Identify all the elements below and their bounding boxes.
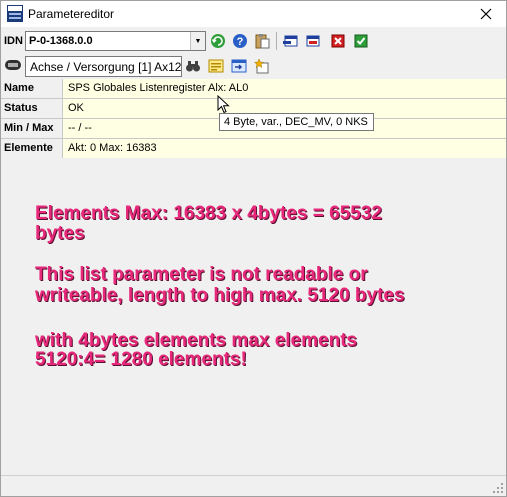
- export-button[interactable]: [230, 57, 248, 75]
- property-label: Elemente: [1, 139, 63, 158]
- accept-icon: [354, 34, 368, 48]
- editor-content-area: Elements Max: 16383 x 4bytes = 65532 byt…: [1, 158, 506, 474]
- property-row-name: Name SPS Globales Listenregister Alx: AL…: [1, 79, 506, 99]
- annotation-line: with 4bytes elements max elements: [35, 330, 358, 351]
- new-button[interactable]: [253, 57, 271, 75]
- svg-text:?: ?: [237, 36, 244, 48]
- property-label: Name: [1, 79, 63, 98]
- idn-toolbar: IDN P-0-1368.0.0 ▼ ?: [1, 30, 506, 53]
- window-blue-icon: [283, 35, 298, 47]
- star-icon: [254, 58, 269, 74]
- property-label: Status: [1, 99, 63, 118]
- list-button[interactable]: [207, 57, 225, 75]
- property-value[interactable]: SPS Globales Listenregister Alx: AL0: [63, 79, 506, 98]
- property-label: Min / Max: [1, 119, 63, 138]
- help-button[interactable]: ?: [231, 32, 249, 50]
- annotation-line: bytes: [35, 223, 85, 244]
- chevron-down-icon: ▼: [194, 37, 202, 45]
- export-icon: [231, 59, 247, 73]
- refresh-button[interactable]: [209, 32, 227, 50]
- idn-dropdown-button[interactable]: ▼: [190, 32, 205, 50]
- window-title: Parametereditor: [28, 7, 115, 21]
- window-blue-button[interactable]: [282, 32, 300, 50]
- tooltip: 4 Byte, var., DEC_MV, 0 NKS: [219, 113, 374, 131]
- axis-value: Achse / Versorgung [1] Ax120: [30, 60, 182, 74]
- parameter-editor-window: Parametereditor IDN P-0-1368.0.0 ▼ ? Ach…: [0, 0, 507, 497]
- binoculars-icon: [186, 61, 200, 72]
- close-button[interactable]: [466, 1, 506, 27]
- cancel-icon: [331, 34, 345, 48]
- axis-toolbar: Achse / Versorgung [1] Ax120: [1, 54, 506, 78]
- help-icon: ?: [233, 34, 247, 48]
- mouse-cursor-icon: [217, 95, 230, 114]
- idn-value: P-0-1368.0.0: [29, 35, 93, 47]
- accept-button[interactable]: [352, 32, 370, 50]
- close-icon: [480, 8, 492, 20]
- clipboard-icon: [255, 34, 270, 49]
- window-red-button[interactable]: [304, 32, 322, 50]
- resize-grip-icon[interactable]: [492, 482, 504, 494]
- axis-selector[interactable]: Achse / Versorgung [1] Ax120: [25, 56, 182, 77]
- refresh-icon: [211, 34, 225, 48]
- list-icon: [208, 59, 224, 73]
- clipboard-button[interactable]: [253, 32, 271, 50]
- toolbar-separator: [276, 32, 277, 50]
- property-row-elements: Elemente Akt: 0 Max: 16383: [1, 139, 506, 159]
- cancel-button[interactable]: [329, 32, 347, 50]
- annotation-line: 5120:4= 1280 elements!: [35, 349, 247, 370]
- idn-combobox[interactable]: P-0-1368.0.0 ▼: [25, 31, 206, 51]
- annotation-line: Elements Max: 16383 x 4bytes = 65532: [35, 203, 382, 224]
- idn-label: IDN: [4, 35, 23, 47]
- search-button[interactable]: [184, 57, 202, 75]
- property-value[interactable]: Akt: 0 Max: 16383: [63, 139, 506, 158]
- annotation-line: writeable, length to high max. 5120 byte…: [35, 285, 405, 306]
- status-bar: [1, 475, 506, 496]
- app-icon: [7, 5, 23, 22]
- drive-icon: [5, 60, 21, 70]
- title-bar: Parametereditor: [1, 1, 506, 27]
- window-red-icon: [306, 35, 320, 47]
- annotation-line: This list parameter is not readable or: [35, 264, 368, 285]
